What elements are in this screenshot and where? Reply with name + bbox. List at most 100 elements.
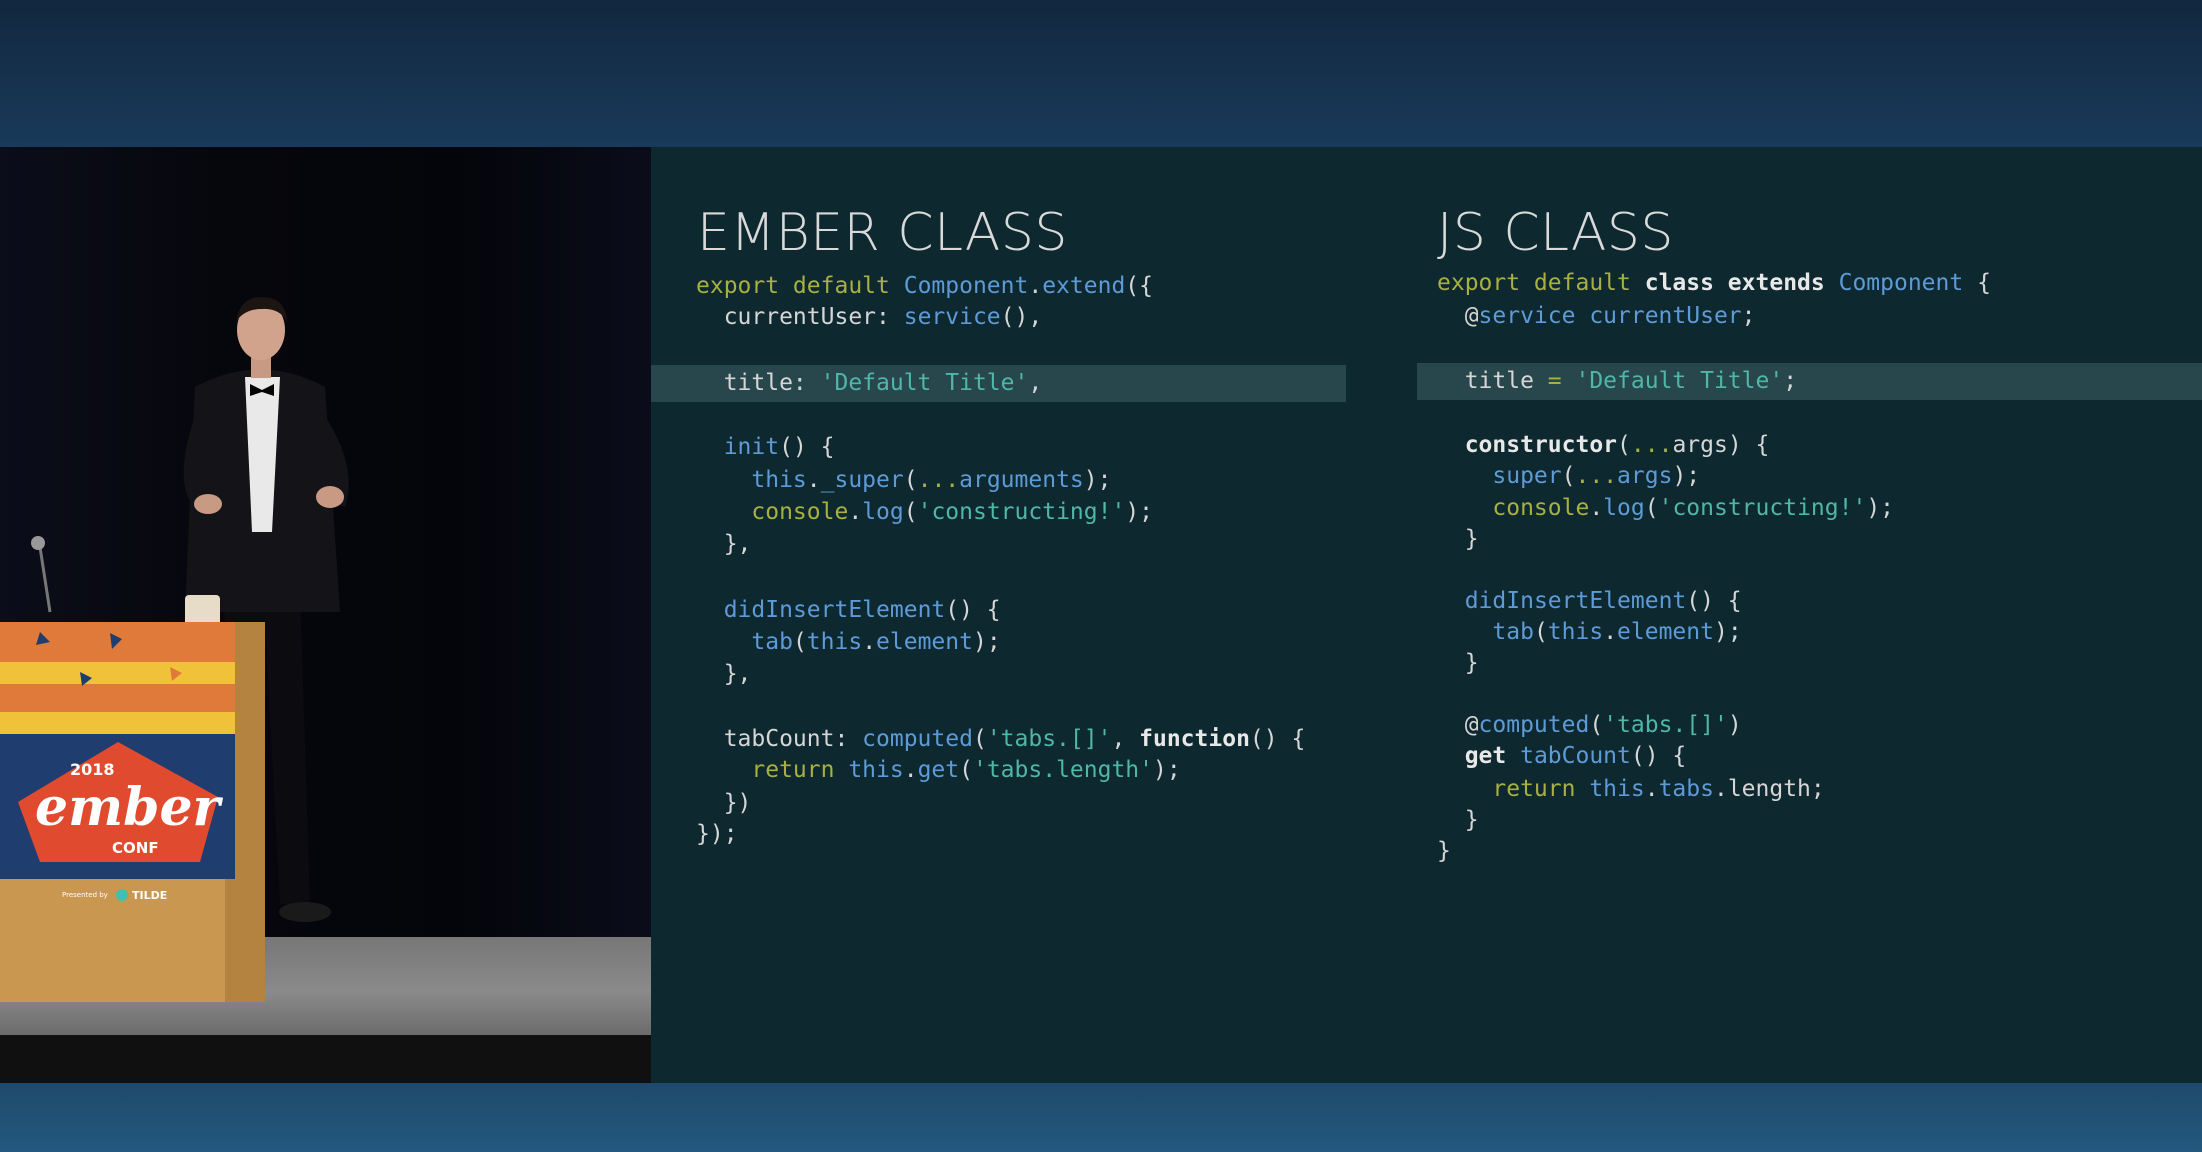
code-token: }: [1437, 650, 1479, 676]
speaker-video-feed: 2018 ember CONF Presented by TILDE: [0, 147, 651, 1083]
code-token: constructor: [1464, 432, 1618, 458]
sponsor-logo-icon: [116, 889, 128, 901]
code-token: 'tabs.length': [972, 757, 1153, 783]
code-token: get: [1464, 743, 1521, 769]
code-token: () {: [945, 597, 1001, 623]
code-token: (: [1617, 432, 1631, 458]
code-token: service currentUser: [1478, 303, 1742, 329]
ember-class-column: EMBER CLASS export default Component.ext…: [651, 147, 1351, 1083]
code-token: tabCount:: [696, 726, 863, 752]
code-token: ;: [1783, 368, 1798, 394]
code-token: (: [792, 629, 807, 655]
code-token: didInsertElement: [723, 597, 946, 623]
code-token: (: [903, 499, 918, 525]
code-line: tabCount: computed('tabs.[]', function()…: [696, 722, 1306, 756]
code-line: didInsertElement() {: [1437, 584, 1742, 618]
code-token: (: [1589, 712, 1604, 738]
code-slide: EMBER CLASS export default Component.ext…: [651, 147, 2202, 1083]
code-line: didInsertElement() {: [696, 593, 1001, 627]
code-token: ({: [1125, 273, 1153, 299]
code-token: (),: [1000, 304, 1043, 330]
code-token: console: [1492, 495, 1590, 521]
code-token: .: [1589, 495, 1604, 521]
code-line: get tabCount() {: [1437, 739, 1687, 773]
code-token: console: [751, 499, 849, 525]
code-token: },: [696, 531, 752, 557]
code-token: 'Default Title': [820, 370, 1029, 396]
code-line: this._super(...arguments);: [696, 463, 1111, 497]
code-token: this: [848, 757, 904, 783]
code-token: currentUser:: [696, 304, 904, 330]
code-line: console.log('constructing!');: [696, 495, 1153, 529]
code-token: );: [1083, 467, 1112, 493]
code-line: }: [1437, 522, 1479, 556]
code-token: 'tabs.[]': [1603, 712, 1728, 738]
code-token: tabs: [1658, 776, 1714, 802]
code-token: @: [1437, 712, 1479, 738]
code-token: );: [972, 629, 1001, 655]
code-token: ,: [1111, 726, 1140, 752]
code-token: return: [751, 757, 849, 783]
code-token: this: [1547, 619, 1604, 645]
code-token: () {: [779, 434, 835, 460]
code-line: });: [696, 817, 738, 851]
code-token: .: [1028, 273, 1043, 299]
code-token: super: [1492, 463, 1562, 489]
code-token: args) {: [1672, 432, 1770, 458]
code-token: .length;: [1713, 776, 1825, 802]
bottom-band: [0, 1082, 2202, 1152]
code-token: this: [806, 629, 863, 655]
code-token: didInsertElement: [1464, 588, 1687, 614]
code-token: }: [1437, 838, 1451, 864]
code-token: (: [972, 726, 987, 752]
code-line: }: [1437, 834, 1451, 868]
code-token: =: [1547, 368, 1576, 394]
code-token: .: [806, 467, 821, 493]
code-token: log: [862, 499, 904, 525]
code-line: title = 'Default Title';: [1437, 364, 1797, 398]
code-token: .: [1644, 776, 1659, 802]
code-token: () {: [1249, 726, 1306, 752]
code-token: extend: [1042, 273, 1126, 299]
code-token: }: [1437, 526, 1479, 552]
code-token: (: [959, 757, 973, 783]
code-token: return: [1492, 776, 1590, 802]
code-token: 'constructing!': [1658, 495, 1867, 521]
code-line: },: [696, 657, 752, 691]
code-token: .: [848, 499, 863, 525]
code-token: log: [1603, 495, 1645, 521]
code-line: tab(this.element);: [696, 625, 1001, 659]
code-token: Component: [1838, 270, 1964, 296]
code-line: export default Component.extend({: [696, 269, 1153, 303]
code-line: super(...args);: [1437, 459, 1700, 493]
code-token: element: [876, 629, 973, 655]
code-token: ...: [1630, 432, 1673, 458]
code-token: ): [1727, 712, 1742, 738]
podium-presented-by: Presented by: [62, 891, 108, 899]
code-token: this: [1589, 776, 1645, 802]
code-token: ;: [1741, 303, 1756, 329]
code-line: tab(this.element);: [1437, 615, 1741, 649]
code-token: },: [696, 661, 752, 687]
code-line: @service currentUser;: [1437, 299, 1756, 333]
code-token: function: [1139, 726, 1250, 752]
code-line: constructor(...args) {: [1437, 428, 1770, 462]
code-token: }): [696, 790, 752, 816]
code-token: class extends: [1644, 270, 1839, 296]
code-token: args: [1617, 463, 1673, 489]
code-token: 'tabs.[]': [986, 726, 1112, 752]
code-line: return this.get('tabs.length');: [696, 753, 1180, 787]
code-token: });: [696, 821, 738, 847]
code-token: Component: [903, 273, 1029, 299]
code-token: (: [1644, 495, 1659, 521]
code-token: title:: [696, 370, 821, 396]
podium-logo-word: ember: [35, 777, 224, 838]
